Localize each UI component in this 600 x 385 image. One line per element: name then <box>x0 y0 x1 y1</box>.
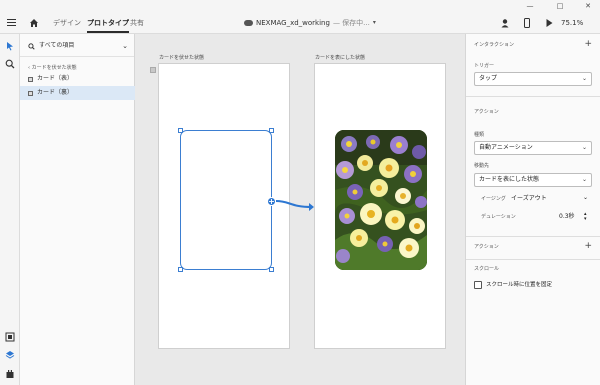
minimize-button[interactable]: — <box>520 0 540 12</box>
interaction-connector-plus-icon[interactable]: + <box>267 197 276 206</box>
layer-filter-label: すべての項目 <box>39 42 75 49</box>
chevron-down-icon: ⌄ <box>581 144 587 151</box>
maximize-button[interactable]: □ <box>550 0 570 12</box>
destination-value: カードを表にした状態 <box>479 176 540 183</box>
home-artboard-pin-icon[interactable] <box>150 67 156 73</box>
chevron-down-icon: ⌄ <box>583 194 589 201</box>
property-inspector: インタラクション + トリガー タップ ⌄ アクション 種類 自動アニメーション… <box>465 34 600 385</box>
zoom-level[interactable]: 75.1% <box>561 18 583 28</box>
layer-item-label: カード（表） <box>37 75 74 82</box>
fix-position-label[interactable]: スクロール時に位置を固定 <box>486 281 552 289</box>
resize-handle[interactable] <box>178 267 183 272</box>
xd-app-window: — □ ✕ デザイン プロトタイプ 共有 NEXMAG_xd_working —… <box>0 0 600 385</box>
pansy-flowers-image <box>335 130 427 270</box>
breadcrumb[interactable]: ‹ カードを伏せた状態 <box>28 65 77 72</box>
add-action-label: アクション <box>474 244 499 250</box>
chevron-down-icon: ⌄ <box>581 75 587 82</box>
destination-dropdown[interactable]: カードを表にした状態 ⌄ <box>474 173 592 187</box>
home-icon[interactable] <box>29 18 39 28</box>
zoom-tool-icon[interactable] <box>5 59 15 69</box>
layer-item-card-back[interactable]: カード（裏） <box>20 86 135 100</box>
chevron-down-icon: ▾ <box>372 19 376 26</box>
close-window-button[interactable]: ✕ <box>578 0 598 12</box>
chevron-down-icon[interactable]: ⌄ <box>122 42 128 50</box>
layer-search[interactable]: すべての項目 <box>28 42 74 50</box>
trigger-dropdown[interactable]: タップ ⌄ <box>474 72 592 86</box>
duration-value[interactable]: 0.3秒 <box>559 213 575 221</box>
document-name: NEXMAG_xd_working <box>256 19 330 27</box>
divider <box>466 259 600 260</box>
divider <box>466 236 600 237</box>
trigger-label: トリガー <box>474 63 495 69</box>
duration-label: デュレーション <box>481 214 516 220</box>
divider <box>466 96 600 97</box>
search-icon <box>28 42 35 50</box>
cloud-icon <box>244 20 253 26</box>
easing-label: イージング <box>481 196 506 202</box>
artboard-layer-icon <box>28 76 33 82</box>
action-type-value: 自動アニメーション <box>479 144 533 151</box>
chevron-down-icon: ⌄ <box>581 176 587 183</box>
divider <box>20 56 134 57</box>
mobile-preview-icon[interactable] <box>522 18 532 28</box>
layer-item-label: カード（裏） <box>37 89 74 96</box>
tab-share[interactable]: 共有 <box>130 18 144 28</box>
resize-handle[interactable] <box>269 267 274 272</box>
layers-panel: すべての項目 ⌄ ‹ カードを伏せた状態 カード（表） カード（裏） <box>20 34 135 385</box>
artboard-title-right[interactable]: カードを表にした状態 <box>315 55 365 61</box>
tab-design[interactable]: デザイン <box>53 18 81 28</box>
breadcrumb-label: カードを伏せた状態 <box>31 65 77 71</box>
title-bar: — □ ✕ <box>0 0 600 12</box>
resize-handle[interactable] <box>269 128 274 133</box>
select-arrow-icon[interactable] <box>5 41 15 51</box>
easing-value: イーズアウト <box>511 195 547 202</box>
action-type-dropdown[interactable]: 自動アニメーション ⌄ <box>474 141 592 155</box>
scroll-header: スクロール <box>474 266 500 272</box>
add-interaction-plus-icon[interactable]: + <box>584 40 592 49</box>
save-status: — 保存中... <box>332 19 370 27</box>
assets-icon[interactable] <box>5 332 15 342</box>
tab-prototype[interactable]: プロトタイプ <box>87 18 129 33</box>
layer-item-card-front[interactable]: カード（表） <box>20 72 135 86</box>
document-title[interactable]: NEXMAG_xd_working — 保存中... ▾ <box>244 18 376 28</box>
hamburger-menu-icon[interactable] <box>7 19 16 27</box>
selected-card-shape[interactable] <box>180 130 272 270</box>
plugins-icon[interactable] <box>5 369 15 379</box>
action-type-label: 種類 <box>474 132 485 138</box>
trigger-value: タップ <box>479 75 498 82</box>
play-icon[interactable] <box>544 18 554 28</box>
menu-bar: デザイン プロトタイプ 共有 NEXMAG_xd_working — 保存中..… <box>0 12 600 34</box>
interaction-header: インタラクション <box>474 42 515 48</box>
artboard-layer-icon <box>28 90 33 96</box>
user-icon[interactable] <box>500 18 510 28</box>
action-header: アクション <box>474 109 499 115</box>
add-action-plus-icon[interactable]: + <box>584 242 592 251</box>
flower-photo-card[interactable] <box>335 130 427 270</box>
layers-icon[interactable] <box>5 350 15 360</box>
resize-handle[interactable] <box>178 128 183 133</box>
artboard-title-left[interactable]: カードを伏せた状態 <box>159 55 204 61</box>
left-toolbar <box>0 34 20 385</box>
stepper-arrows-icon[interactable]: ▴ ▾ <box>584 212 587 222</box>
destination-label: 移動先 <box>474 163 490 169</box>
fix-position-checkbox[interactable] <box>474 281 482 289</box>
